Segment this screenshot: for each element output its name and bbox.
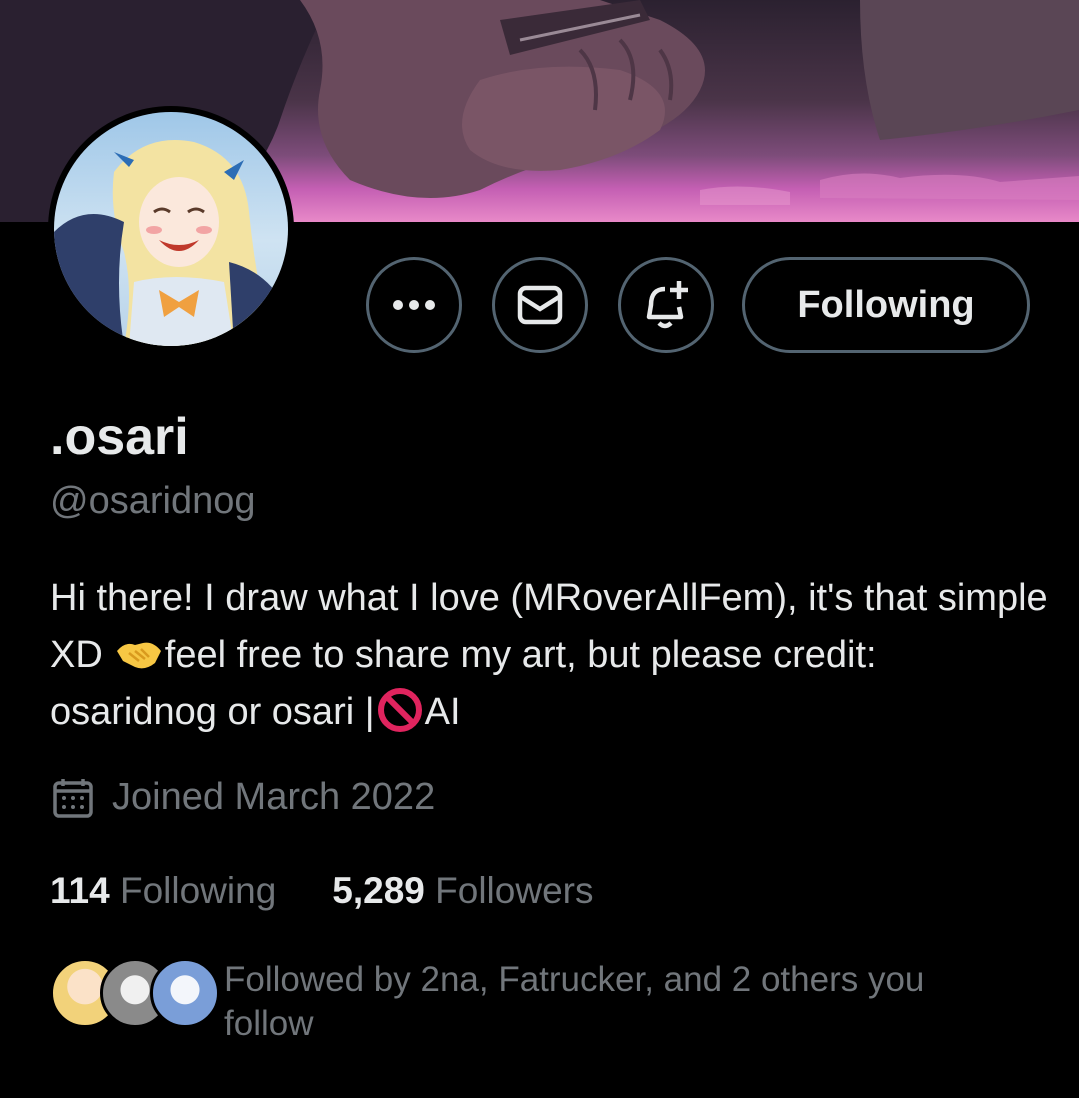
notification-add-icon	[646, 281, 688, 329]
prohibited-emoji	[377, 687, 423, 733]
profile-bio: Hi there! I draw what I love (MRoverAllF…	[50, 570, 1050, 741]
bio-text-3: AI	[424, 691, 461, 733]
avatar-image	[54, 112, 288, 346]
user-handle: @osaridnog	[50, 480, 256, 522]
avatar	[150, 958, 220, 1028]
joined-text: Joined March 2022	[112, 776, 436, 818]
more-icon	[393, 300, 435, 310]
notifications-button[interactable]	[618, 257, 714, 353]
follower-avatars	[50, 956, 220, 1028]
handshake-emoji	[115, 631, 163, 669]
following-button[interactable]: Following	[742, 257, 1030, 353]
following-stat[interactable]: 114 Following	[50, 870, 276, 912]
display-name: .osari	[50, 408, 189, 466]
message-button[interactable]	[492, 257, 588, 353]
joined-date: Joined March 2022	[52, 776, 435, 819]
calendar-icon	[53, 778, 93, 818]
bio-text-2: feel free to share my art, but please cr…	[50, 634, 877, 733]
profile-stats: 114 Following 5,289 Followers	[50, 870, 649, 912]
following-label: Following	[119, 870, 277, 911]
followers-label: Followers	[435, 870, 594, 911]
mail-icon	[517, 285, 563, 325]
profile-avatar[interactable]	[48, 106, 294, 352]
more-button[interactable]	[366, 257, 462, 353]
followers-count: 5,289	[332, 870, 425, 911]
followed-by-text: Followed by 2na, Fatrucker, and 2 others…	[224, 960, 925, 1043]
following-count: 114	[50, 870, 110, 911]
followers-stat[interactable]: 5,289 Followers	[332, 870, 593, 912]
